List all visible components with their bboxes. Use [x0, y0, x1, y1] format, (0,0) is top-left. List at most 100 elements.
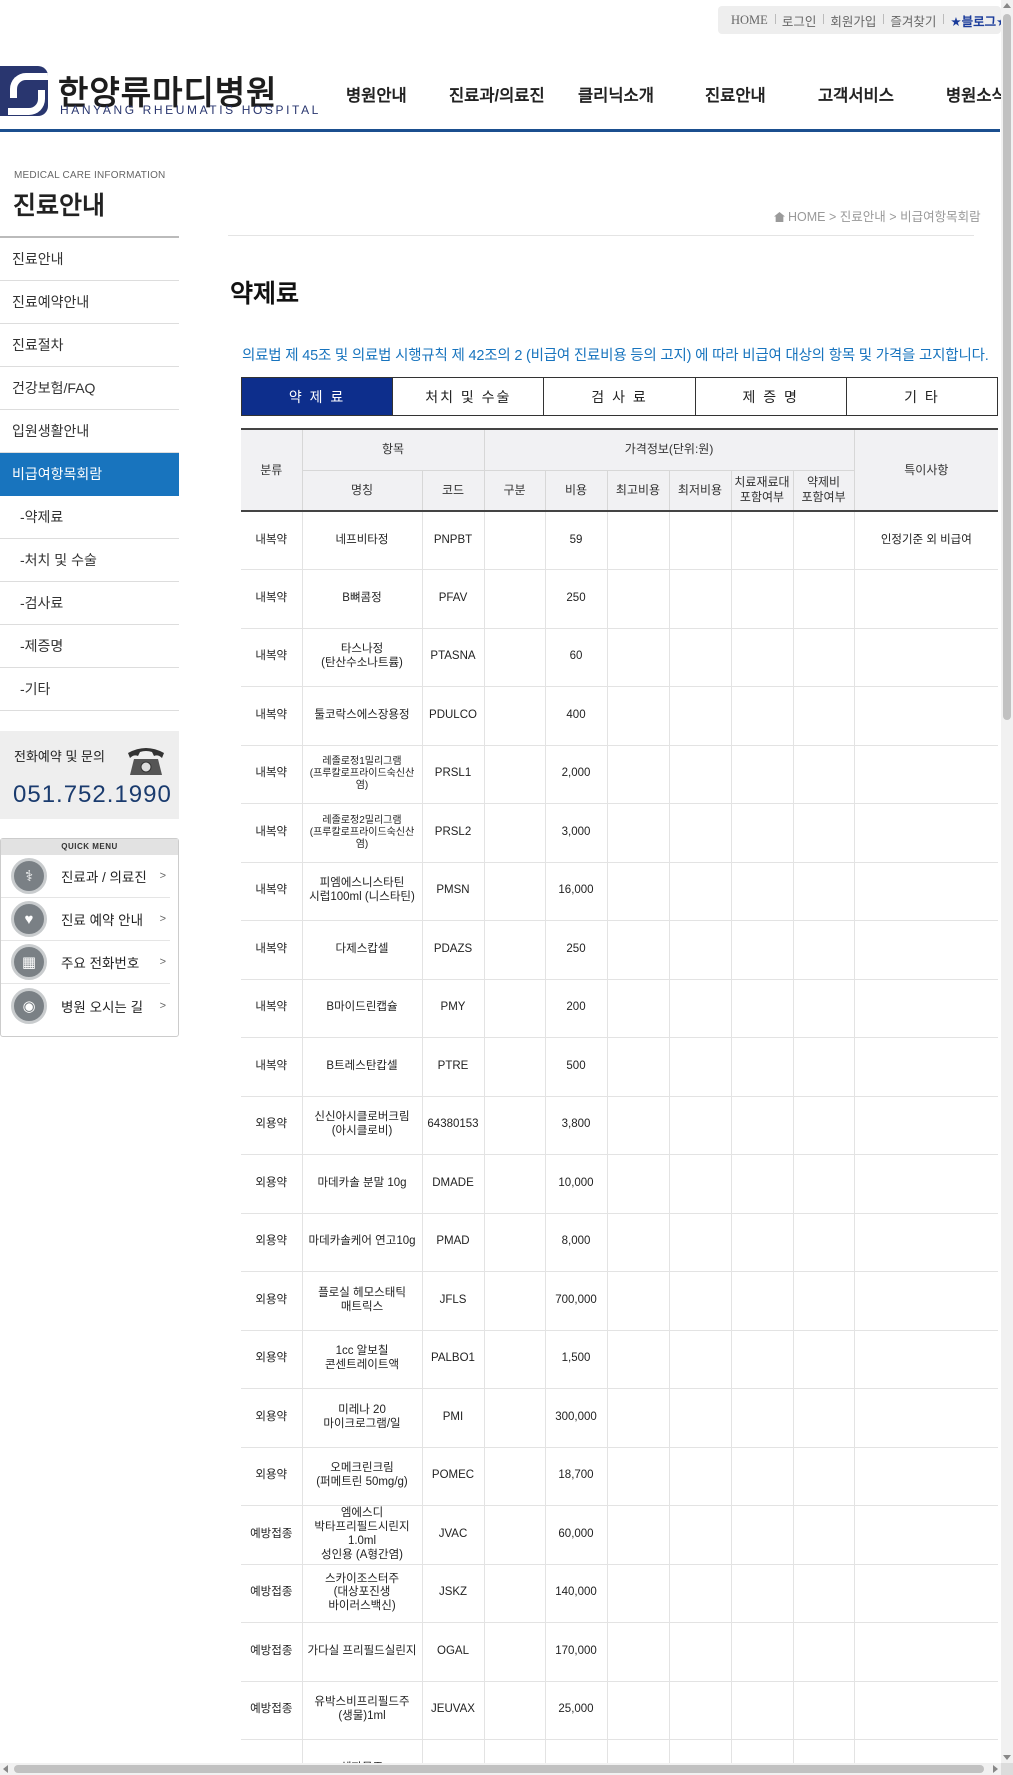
cell-notes: [853, 1505, 999, 1565]
horizontal-scroll-thumb[interactable]: [14, 1765, 984, 1773]
table-row: 내복약 B뼈콤정 PFAV 250: [241, 569, 999, 629]
cell-division: [483, 628, 546, 687]
cell-notes: 인정기준 외 비급여: [853, 510, 999, 570]
util-home-link[interactable]: HOME: [724, 13, 775, 28]
nav-item-departments[interactable]: 진료과/의료진: [449, 82, 545, 106]
breadcrumb: HOME > 진료안내 > 비급여항목회람: [774, 206, 981, 225]
cell-material-included: [730, 1564, 794, 1623]
sidebar-item-non-covered[interactable]: 비급여항목회람: [0, 453, 179, 496]
util-login-link[interactable]: 로그인: [774, 11, 824, 30]
breadcrumb-home[interactable]: HOME: [788, 210, 826, 224]
cell-min-cost: [668, 1622, 732, 1682]
cell-drug-included: [792, 862, 855, 921]
quick-menu-phone[interactable]: ▦ 주요 전화번호 >: [1, 941, 170, 984]
cell-name: 1cc 알보칠 콘센트레이트액: [301, 1330, 423, 1389]
cell-drug-included: [792, 1271, 855, 1331]
sidebar-item-reservation[interactable]: 진료예약안내: [0, 281, 179, 324]
sidebar-item-insurance-faq[interactable]: 건강보험/FAQ: [0, 367, 179, 410]
nav-item-hospital-info[interactable]: 병원안내: [346, 82, 407, 106]
chevron-right-icon: >: [159, 913, 166, 925]
cell-category: 내복약: [241, 803, 303, 863]
cell-name: B트레스탄캅셀: [301, 1037, 423, 1097]
tab-treatment-surgery[interactable]: 처치 및 수술: [392, 378, 543, 415]
scroll-up-arrow-icon[interactable]: [1003, 3, 1011, 8]
cell-category: 예방접종: [241, 1622, 303, 1682]
quick-menu-reservation[interactable]: ♥ 진료 예약 안내 >: [1, 898, 170, 941]
horizontal-scrollbar[interactable]: [0, 1763, 1001, 1775]
cell-drug-included: [792, 745, 855, 804]
header-division: 구분: [483, 469, 546, 512]
cell-division: [483, 745, 546, 804]
cell-name: 오메크린크림 (퍼메트린 50mg/g): [301, 1447, 423, 1506]
cell-drug-included: [792, 1622, 855, 1682]
cell-min-cost: [668, 1505, 732, 1565]
cell-max-cost: [606, 1096, 670, 1155]
breadcrumb-level1[interactable]: 진료안내: [840, 210, 886, 224]
cell-cost: 3,800: [544, 1096, 608, 1155]
tab-tests[interactable]: 검 사 료: [543, 378, 694, 415]
cell-category: 외용약: [241, 1213, 303, 1272]
scroll-left-arrow-icon[interactable]: [3, 1765, 8, 1773]
logo-mark-icon: [0, 66, 48, 116]
cell-drug-included: [792, 510, 855, 570]
tab-others[interactable]: 기 타: [845, 378, 997, 415]
vertical-scroll-thumb[interactable]: [1003, 14, 1011, 720]
chevron-right-icon: >: [159, 999, 166, 1012]
cell-category: 내복약: [241, 862, 303, 921]
cell-min-cost: [668, 1564, 732, 1623]
sidebar-item-inpatient[interactable]: 입원생활안내: [0, 410, 179, 453]
cell-name: 엠에스디 박타프리필드시린지1.0ml 성인용 (A형간염): [301, 1505, 423, 1565]
header-code: 코드: [421, 469, 485, 512]
nav-item-clinics[interactable]: 클리닉소개: [578, 82, 654, 106]
sidebar-subitem-others[interactable]: -기타: [0, 668, 179, 711]
tab-certificates[interactable]: 제 증 명: [694, 378, 846, 415]
cell-code: PTASNA: [421, 628, 485, 687]
nav-item-customer-service[interactable]: 고객서비스: [818, 82, 894, 106]
cell-min-cost: [668, 920, 732, 980]
cell-cost: 10,000: [544, 1154, 608, 1214]
cell-min-cost: [668, 1447, 732, 1506]
cell-drug-included: [792, 1505, 855, 1565]
cell-drug-included: [792, 920, 855, 980]
cell-name: 레졸로정1밀리그램 (프루칼로프라이드숙신산염): [301, 745, 423, 804]
phone-contact-box: 전화예약 및 문의 051.752.1990: [0, 731, 179, 819]
table-row: 외용약 마데카솔케어 연고10g PMAD 8,000: [241, 1213, 999, 1272]
cell-name: 피엠에스니스타틴 시럽100ml (니스타틴): [301, 862, 423, 921]
cell-name: 미레나 20 마이크로그램/일: [301, 1388, 423, 1448]
hospital-logo[interactable]: 한양류마디병원 HANYANG RHEUMATIS HOSPITAL: [0, 66, 318, 118]
cell-min-cost: [668, 862, 732, 921]
cell-name: 다제스캅셀: [301, 920, 423, 980]
cell-code: PMI: [421, 1388, 485, 1448]
scroll-down-arrow-icon[interactable]: [1003, 1755, 1011, 1760]
cell-cost: 700,000: [544, 1271, 608, 1331]
cell-category: 외용약: [241, 1154, 303, 1214]
tab-drug-fees[interactable]: 약 제 료: [242, 378, 393, 415]
nav-item-care-info[interactable]: 진료안내: [705, 82, 766, 106]
sidebar-item-care-info[interactable]: 진료안내: [0, 238, 179, 281]
cell-max-cost: [606, 569, 670, 629]
phone-number[interactable]: 051.752.1990: [13, 781, 172, 809]
quick-menu-departments[interactable]: ⚕ 진료과 / 의료진 >: [1, 855, 170, 898]
scroll-right-arrow-icon[interactable]: [993, 1765, 998, 1773]
cell-code: PFAV: [421, 569, 485, 629]
header-name: 명칭: [302, 469, 423, 512]
cell-material-included: [730, 1388, 794, 1448]
nav-item-news[interactable]: 병원소식: [946, 82, 1007, 106]
sidebar-subitem-drug-fees[interactable]: -약제료: [0, 496, 179, 539]
cell-category: 내복약: [241, 745, 303, 804]
sidebar-subitem-treatment[interactable]: -처치 및 수술: [0, 539, 179, 582]
building-icon: ▦: [11, 944, 47, 980]
vertical-scrollbar[interactable]: [1001, 0, 1013, 1763]
cell-min-cost: [668, 1681, 732, 1740]
location-icon: ◉: [11, 987, 47, 1024]
util-join-link[interactable]: 회원가입: [823, 11, 883, 30]
util-bookmark-link[interactable]: 즐겨찾기: [883, 11, 943, 30]
cell-material-included: [730, 1154, 794, 1214]
page-title: 약제료: [230, 280, 300, 308]
quick-menu-directions[interactable]: ◉ 병원 오시는 길 >: [1, 984, 170, 1027]
sidebar-subitem-certificates[interactable]: -제증명: [0, 625, 179, 668]
sidebar-item-procedure[interactable]: 진료절차: [0, 324, 179, 367]
cell-name: 네프비타정: [301, 510, 423, 570]
sidebar-subitem-tests[interactable]: -검사료: [0, 582, 179, 625]
breadcrumb-level2[interactable]: 비급여항목회람: [900, 210, 981, 224]
